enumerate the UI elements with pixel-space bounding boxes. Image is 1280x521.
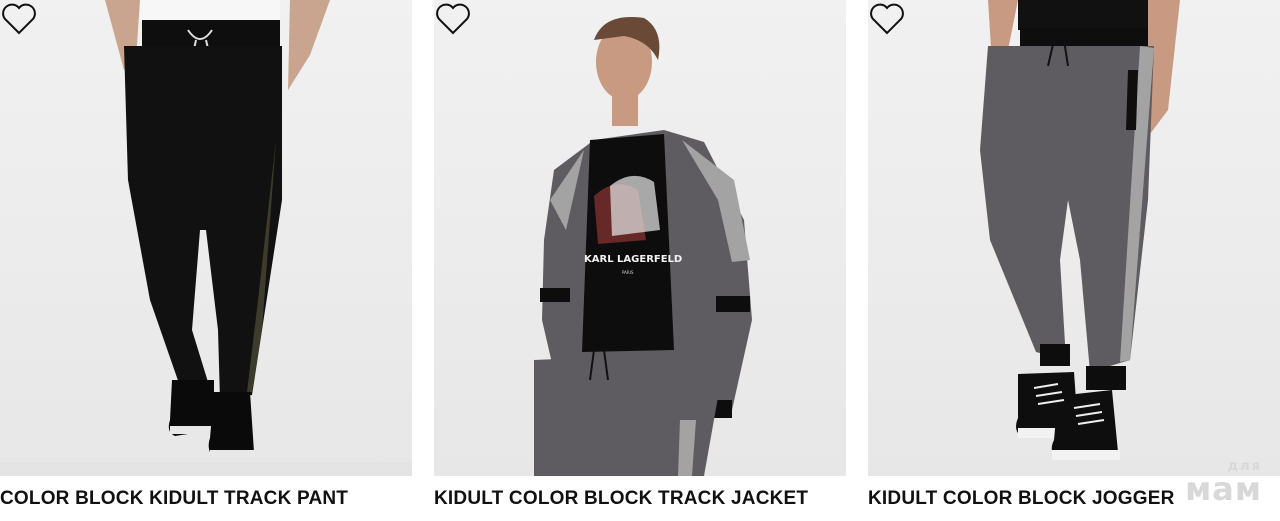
product-card-jogger[interactable]: KIDULT COLOR BLOCK JOGGER: [868, 0, 1280, 521]
grey-jogger-illustration: [980, 0, 1180, 460]
product-card-track-jacket[interactable]: KARL LAGERFELD PARIS KIDULT COLOR BLOCK …: [434, 0, 846, 521]
product-image[interactable]: KARL LAGERFELD PARIS: [434, 0, 846, 476]
product-image[interactable]: [0, 0, 412, 476]
heart-outline-icon[interactable]: [868, 0, 906, 38]
heart-outline-icon[interactable]: [0, 0, 38, 38]
heart-outline-icon[interactable]: [434, 0, 472, 38]
shirt-print-subtext: PARIS: [622, 270, 634, 275]
product-title[interactable]: COLOR BLOCK KIDULT TRACK PANT: [0, 488, 348, 510]
shirt-print-text: KARL LAGERFELD: [584, 254, 682, 265]
product-title[interactable]: KIDULT COLOR BLOCK TRACK JACKET: [434, 488, 808, 510]
product-card-track-pant[interactable]: COLOR BLOCK KIDULT TRACK PANT: [0, 0, 412, 521]
product-title[interactable]: KIDULT COLOR BLOCK JOGGER: [868, 488, 1175, 510]
black-track-pant-illustration: [0, 0, 412, 476]
track-jacket-illustration: KARL LAGERFELD PARIS: [534, 16, 752, 476]
product-image[interactable]: [868, 0, 1280, 476]
